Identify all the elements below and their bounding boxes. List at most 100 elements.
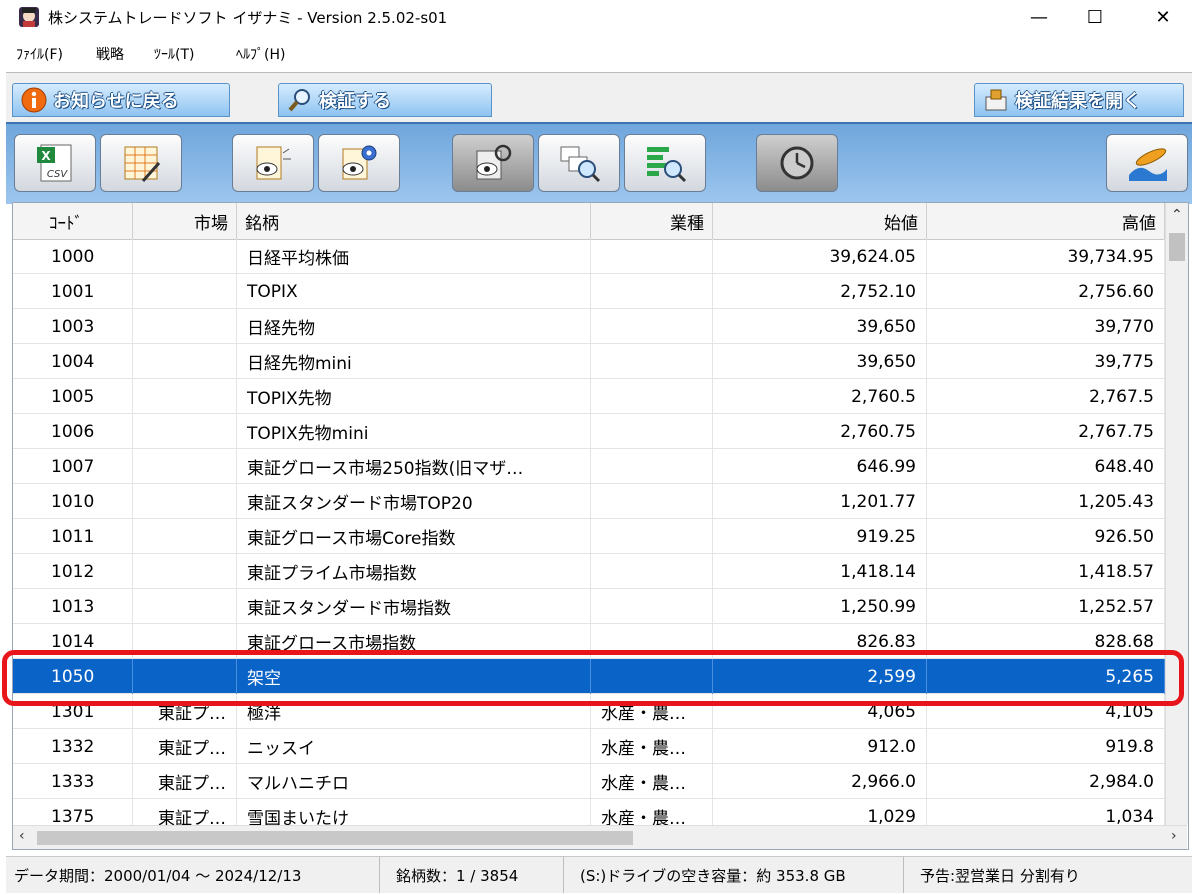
reload-watch-button[interactable]	[452, 134, 534, 192]
table-row[interactable]: 1014 東証グロース市場指数 826.83 828.68	[13, 624, 1165, 659]
cell-industry	[591, 484, 713, 519]
table-row[interactable]: 1001 TOPIX 2,752.10 2,756.60	[13, 274, 1165, 309]
cell-market	[133, 484, 237, 519]
table-row[interactable]: 1012 東証プライム市場指数 1,418.14 1,418.57	[13, 554, 1165, 589]
cell-open: 39,650	[713, 309, 927, 344]
table-row[interactable]: 1006 TOPIX先物mini 2,760.75 2,767.75	[13, 414, 1165, 449]
cell-high: 39,775	[927, 344, 1165, 379]
reload-watch-icon	[476, 144, 512, 180]
scroll-left-icon[interactable]: ‹	[19, 828, 25, 844]
cell-high: 1,418.57	[927, 554, 1165, 589]
horizontal-scrollbar[interactable]: ‹ ›	[13, 825, 1187, 849]
chart-search-icon	[560, 146, 601, 183]
cell-industry	[591, 519, 713, 554]
surf-button[interactable]	[1106, 134, 1188, 192]
cell-code: 1003	[13, 309, 133, 344]
timer-button[interactable]	[756, 134, 838, 192]
tab-back-to-news[interactable]: お知らせに戻る	[12, 83, 230, 117]
cell-market	[133, 554, 237, 589]
vertical-scrollbar[interactable]: ⌃	[1165, 203, 1188, 825]
cell-market	[133, 519, 237, 554]
csv-export-button[interactable]: X CSV	[14, 134, 96, 192]
cell-high: 926.50	[927, 519, 1165, 554]
col-high[interactable]: 高値	[927, 203, 1165, 239]
watch-list-button[interactable]	[232, 134, 314, 192]
status-stock-count: 銘柄数：1 / 3854	[388, 857, 564, 893]
tab-verify-label: 検証する	[319, 91, 391, 112]
table-row[interactable]: 1332 東証プ… ニッスイ 水産・農… 912.0 919.8	[13, 729, 1165, 764]
table-row-selected[interactable]: 1050 架空 2,599 5,265	[13, 659, 1165, 694]
cell-high: 919.8	[927, 729, 1165, 764]
cell-code: 1012	[13, 554, 133, 589]
vertical-scroll-thumb[interactable]	[1169, 233, 1185, 261]
cell-open: 4,065	[713, 694, 927, 729]
table-row[interactable]: 1004 日経先物mini 39,650 39,775	[13, 344, 1165, 379]
minimize-button[interactable]: —	[1016, 0, 1062, 34]
ranking-search-button[interactable]	[624, 134, 706, 192]
cell-market: 東証プ…	[133, 764, 237, 799]
cell-market	[133, 344, 237, 379]
col-market[interactable]: 市場	[133, 203, 237, 239]
cell-open: 2,599	[713, 659, 927, 694]
watch-settings-button[interactable]	[318, 134, 400, 192]
table-row[interactable]: 1003 日経先物 39,650 39,770	[13, 309, 1165, 344]
status-data-period: データ期間：2000/01/04 〜 2024/12/13	[6, 857, 380, 893]
menu-file[interactable]: ﾌｧｲﾙ(F)	[16, 44, 63, 64]
table-row[interactable]: 1000 日経平均株価 39,624.05 39,734.95	[13, 239, 1165, 274]
cell-open: 826.83	[713, 624, 927, 659]
cell-code: 1333	[13, 764, 133, 799]
cell-name: 日経先物mini	[237, 344, 591, 379]
table-row[interactable]: 1007 東証グロース市場250指数(旧マザ… 646.99 648.40	[13, 449, 1165, 484]
cell-name: ニッスイ	[237, 729, 591, 764]
info-icon	[21, 87, 47, 113]
menu-help[interactable]: ﾍﾙﾌﾟ(H)	[236, 44, 285, 64]
app-icon	[19, 7, 39, 27]
scroll-right-icon[interactable]: ›	[1171, 828, 1177, 844]
table-row[interactable]: 1005 TOPIX先物 2,760.5 2,767.5	[13, 379, 1165, 414]
col-name[interactable]: 銘柄	[237, 203, 591, 239]
title-bar: 株システムトレードソフト イザナミ - Version 2.5.02-s01 —…	[0, 0, 1200, 34]
status-forecast: 予告:翌営業日 分割有り	[920, 866, 1080, 885]
surf-icon	[1129, 148, 1167, 181]
cell-code: 1001	[13, 274, 133, 309]
cell-industry	[591, 589, 713, 624]
col-industry[interactable]: 業種	[591, 203, 713, 239]
maximize-icon: ☐	[1086, 6, 1104, 28]
menu-strategy[interactable]: 戦略	[96, 44, 124, 64]
cell-high: 2,767.5	[927, 379, 1165, 414]
scroll-up-icon[interactable]: ⌃	[1171, 207, 1183, 223]
cell-name: 架空	[237, 659, 591, 694]
cell-open: 919.25	[713, 519, 927, 554]
cell-code: 1006	[13, 414, 133, 449]
cell-name: 東証グロース市場250指数(旧マザ…	[237, 449, 591, 484]
svg-text:X: X	[41, 149, 51, 163]
col-open[interactable]: 始値	[713, 203, 927, 239]
table-edit-button[interactable]	[100, 134, 182, 192]
chart-search-button[interactable]	[538, 134, 620, 192]
tab-open-results[interactable]: 検証結果を開く	[974, 83, 1184, 117]
table-row[interactable]: 1013 東証スタンダード市場指数 1,250.99 1,252.57	[13, 589, 1165, 624]
table-row[interactable]: 1333 東証プ… マルハニチロ 水産・農… 2,966.0 2,984.0	[13, 764, 1165, 799]
cell-industry	[591, 659, 713, 694]
cell-name: TOPIX	[237, 274, 591, 309]
maximize-button[interactable]: ☐	[1072, 0, 1118, 34]
timer-icon	[780, 146, 814, 180]
table-row[interactable]: 1011 東証グロース市場Core指数 919.25 926.50	[13, 519, 1165, 554]
cell-open: 2,760.5	[713, 379, 927, 414]
menu-tools[interactable]: ﾂｰﾙ(T)	[154, 44, 194, 64]
tab-verify[interactable]: 検証する	[278, 83, 492, 117]
horizontal-scroll-thumb[interactable]	[37, 831, 633, 845]
cell-industry: 水産・農…	[591, 694, 713, 729]
table-row[interactable]: 1010 東証スタンダード市場TOP20 1,201.77 1,205.43	[13, 484, 1165, 519]
cell-industry	[591, 449, 713, 484]
menu-bar: ﾌｧｲﾙ(F) 戦略 ﾂｰﾙ(T) ﾍﾙﾌﾟ(H)	[0, 40, 1200, 68]
toolbar: X CSV	[6, 122, 1192, 204]
close-button[interactable]: ✕	[1140, 0, 1186, 34]
col-code[interactable]: ｺｰﾄﾞ	[13, 203, 133, 239]
cell-high: 828.68	[927, 624, 1165, 659]
cell-open: 1,201.77	[713, 484, 927, 519]
table-row[interactable]: 1301 東証プ… 極洋 水産・農… 4,065 4,105	[13, 694, 1165, 729]
cell-industry	[591, 379, 713, 414]
cell-market	[133, 379, 237, 414]
cell-high: 4,105	[927, 694, 1165, 729]
